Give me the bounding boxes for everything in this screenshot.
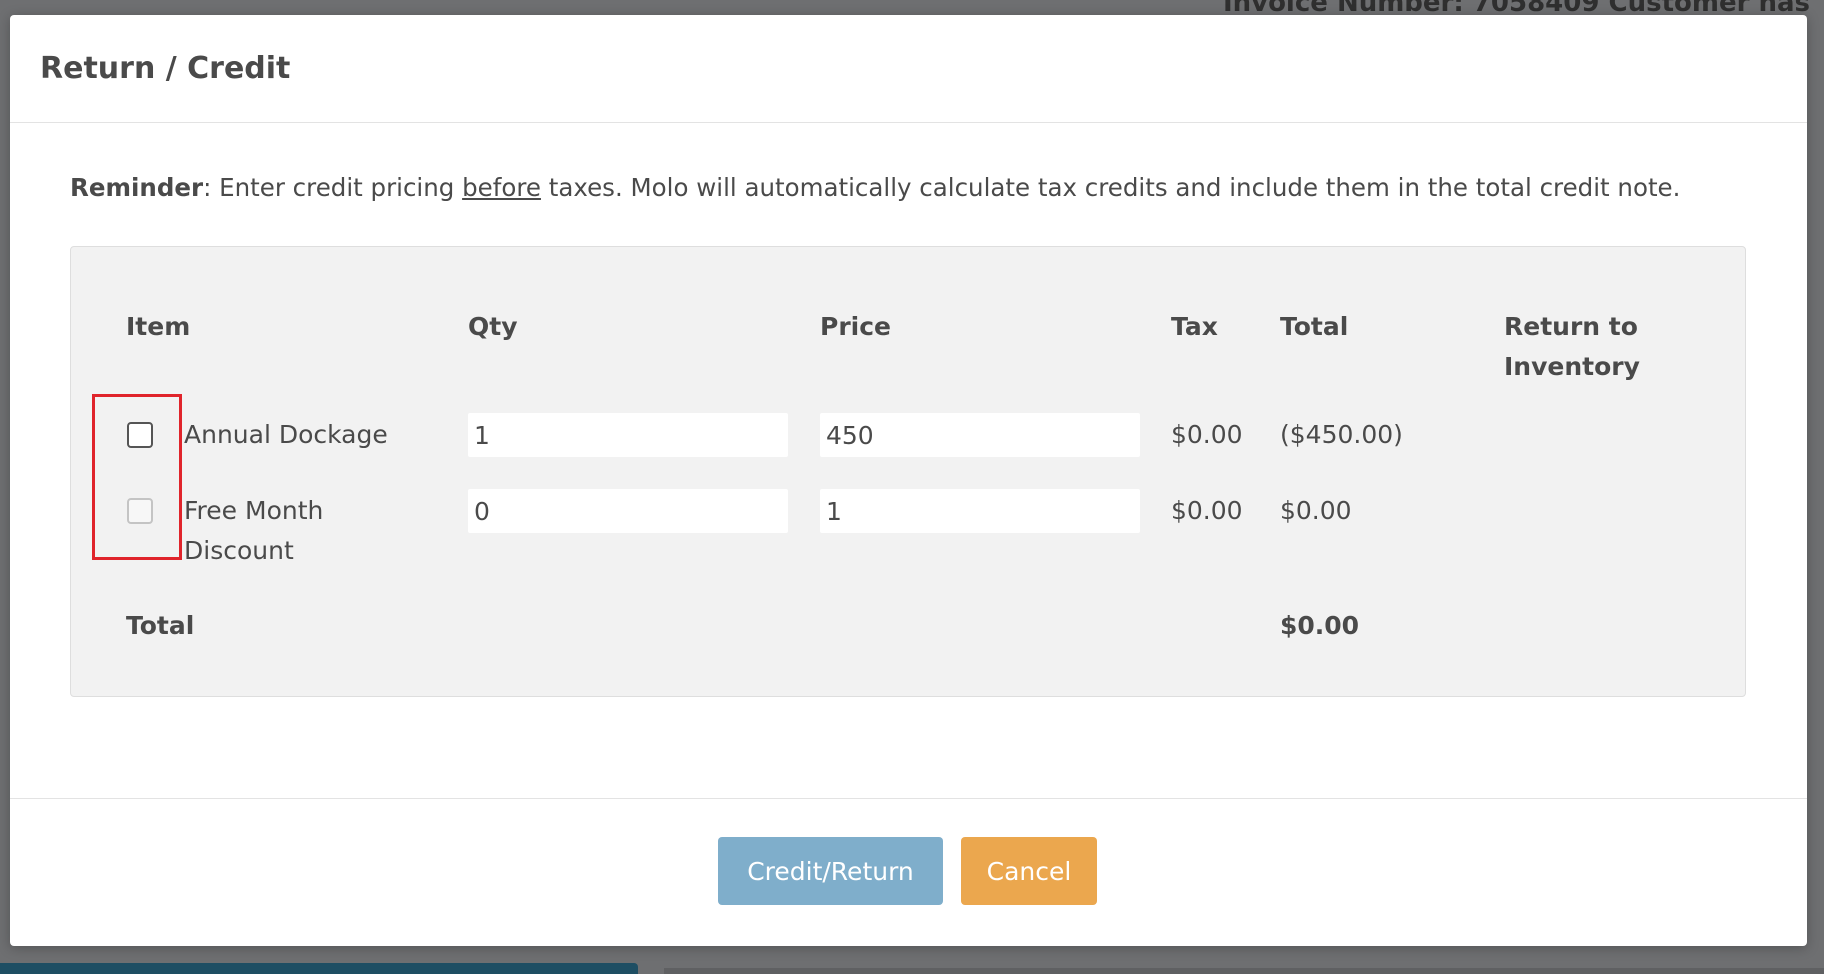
credit-items-table: Item Qty Price Tax Total Return to Inven… xyxy=(70,246,1746,697)
checkbox-highlight-box xyxy=(92,394,182,560)
row-item-name: Annual Dockage xyxy=(184,420,388,449)
reminder-text: Reminder: Enter credit pricing before ta… xyxy=(70,173,1680,202)
header-item: Item xyxy=(126,312,191,341)
modal-body: Reminder: Enter credit pricing before ta… xyxy=(10,123,1807,798)
reminder-label: Reminder xyxy=(70,173,204,202)
qty-input[interactable] xyxy=(468,413,788,457)
reminder-emphasis: before xyxy=(462,173,541,202)
price-input[interactable] xyxy=(820,413,1140,457)
total-value: $0.00 xyxy=(1280,611,1360,640)
cancel-button[interactable]: Cancel xyxy=(961,837,1097,905)
row-total: ($450.00) xyxy=(1280,420,1403,449)
header-qty: Qty xyxy=(468,312,518,341)
qty-input[interactable] xyxy=(468,489,788,533)
row-item-name-line1: Free Month xyxy=(184,496,324,525)
row-item-name: Free Month Discount xyxy=(184,491,323,571)
header-total: Total xyxy=(1280,312,1349,341)
header-price: Price xyxy=(820,312,891,341)
return-credit-modal: Return / Credit Reminder: Enter credit p… xyxy=(10,15,1807,946)
credit-return-button[interactable]: Credit/Return xyxy=(718,837,943,905)
price-input[interactable] xyxy=(820,489,1140,533)
total-label: Total xyxy=(126,611,195,640)
modal-header: Return / Credit xyxy=(10,15,1807,123)
header-return-line1: Return to xyxy=(1504,312,1638,341)
header-return-line2: Inventory xyxy=(1504,352,1640,381)
modal-footer: Credit/Return Cancel xyxy=(10,798,1807,946)
row-total: $0.00 xyxy=(1280,496,1352,525)
reminder-text-after: taxes. Molo will automatically calculate… xyxy=(540,173,1681,202)
reminder-text-before: : Enter credit pricing xyxy=(203,173,463,202)
row-item-name-line2: Discount xyxy=(184,536,294,565)
row-tax: $0.00 xyxy=(1171,420,1243,449)
modal-title: Return / Credit xyxy=(40,51,291,86)
header-return-to-inventory: Return to Inventory xyxy=(1504,307,1640,387)
row-tax: $0.00 xyxy=(1171,496,1243,525)
background-bar xyxy=(0,963,638,974)
background-divider xyxy=(664,968,1824,974)
header-tax: Tax xyxy=(1171,312,1218,341)
